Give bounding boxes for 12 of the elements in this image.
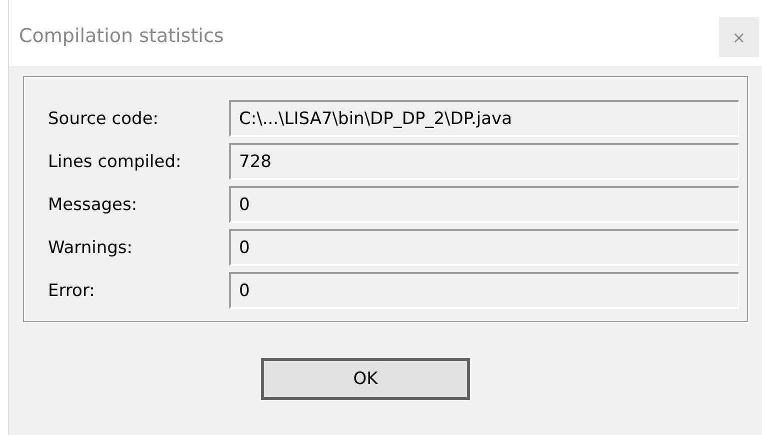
field-label: Warnings: [47,238,134,258]
ok-button[interactable]: OK [261,358,470,400]
field-label: Error: [47,280,96,300]
field-label: Source code: [47,108,160,128]
field-label: Lines compiled: [47,152,182,172]
value-field: 0 [229,272,739,309]
value-field: 0 [229,229,739,266]
field-label: Messages: [47,194,138,214]
value-field: 0 [229,186,739,223]
window-title: Compilation statistics [19,25,224,47]
value-field: C:\...\LISA7\bin\DP_DP_2\DP.java [229,100,739,137]
value-field: 728 [229,143,739,180]
